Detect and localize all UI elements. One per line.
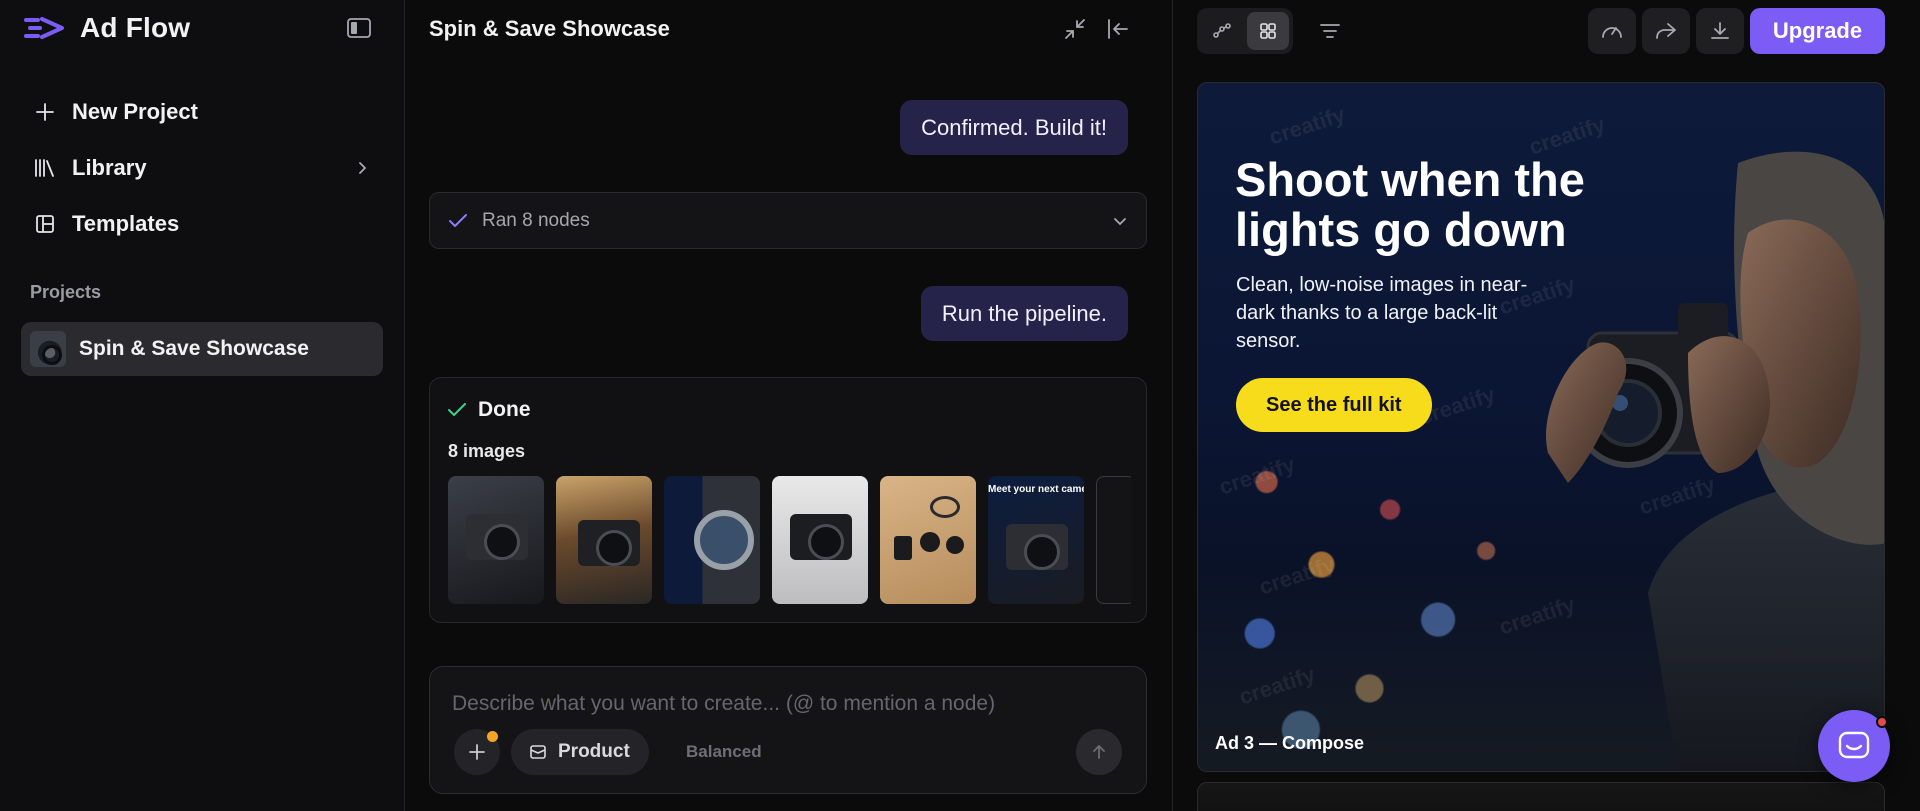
watermark-text: creatify <box>1265 101 1349 150</box>
result-status-label: Done <box>478 398 531 421</box>
node-graph-icon <box>1213 23 1231 38</box>
check-icon <box>448 403 466 416</box>
chat-panel: Spin & Save Showcase Confirmed. Build it… <box>405 0 1173 811</box>
speed-button[interactable] <box>1588 8 1636 54</box>
sidebar-item-label: New Project <box>72 99 198 124</box>
filter-lines-icon <box>1320 24 1340 38</box>
ad-preview-card[interactable]: creatify creatify creatify creatify crea… <box>1197 82 1885 772</box>
sidebar-item-label: Templates <box>72 211 180 236</box>
watermark-text: creatify <box>1215 451 1299 500</box>
download-button[interactable] <box>1696 8 1744 54</box>
chevron-down-icon <box>1114 217 1126 225</box>
view-toggle <box>1197 8 1293 54</box>
sidebar-item-new-project[interactable]: New Project <box>20 84 383 140</box>
plus-icon <box>469 744 485 760</box>
watermark-text: creatify <box>1255 551 1339 600</box>
brand[interactable]: Ad Flow <box>24 12 190 44</box>
project-label: Spin & Save Showcase <box>79 337 309 360</box>
image-thumbnail[interactable] <box>772 476 868 604</box>
support-chat-button[interactable] <box>1818 710 1890 782</box>
image-thumbnail[interactable]: Meet your next camera <box>988 476 1084 604</box>
next-ad-card[interactable] <box>1197 782 1885 811</box>
sidebar-item-templates[interactable]: Templates <box>20 196 383 252</box>
ad-flow-logo-icon <box>24 17 64 39</box>
product-chip[interactable]: Product <box>511 729 649 775</box>
library-icon <box>34 157 56 179</box>
result-card: Done 8 images Meet your next camera <box>429 377 1147 623</box>
image-thumbnail[interactable] <box>664 476 760 604</box>
sidebar-item-label: Library <box>72 155 147 180</box>
download-icon <box>1711 22 1729 39</box>
check-icon <box>449 213 467 227</box>
image-thumbnail[interactable] <box>1096 476 1131 604</box>
notification-dot <box>487 731 498 742</box>
send-button[interactable] <box>1076 729 1122 775</box>
ad-headline: Shoot when the lights go down <box>1235 153 1585 256</box>
product-chip-label: Product <box>558 741 630 762</box>
image-thumbnail[interactable] <box>556 476 652 604</box>
add-attachment-button[interactable] <box>454 729 500 775</box>
watermark-text: creatify <box>1235 661 1319 710</box>
prompt-input[interactable] <box>452 689 1122 719</box>
user-message: Confirmed. Build it! <box>900 100 1128 155</box>
thumbnail-caption: Meet your next camera <box>988 484 1084 495</box>
nodes-run-label: Ran 8 nodes <box>482 209 590 231</box>
gauge-icon <box>1602 27 1622 38</box>
result-count: 8 images <box>448 441 526 461</box>
nodes-run-summary[interactable]: Ran 8 nodes <box>429 192 1147 249</box>
product-box-icon <box>530 745 546 759</box>
result-status: Done <box>448 398 531 422</box>
project-thumbnail <box>30 331 66 367</box>
plus-icon <box>34 101 56 123</box>
chat-composer: Product Balanced <box>429 666 1147 794</box>
chevron-right-icon <box>359 162 367 174</box>
share-button[interactable] <box>1642 8 1690 54</box>
graph-view-button[interactable] <box>1201 12 1243 50</box>
user-message: Run the pipeline. <box>920 286 1128 341</box>
filter-button[interactable] <box>1315 16 1345 46</box>
projects-section-label: Projects <box>30 282 102 302</box>
chat-title: Spin & Save Showcase <box>429 16 670 41</box>
arrow-up-icon <box>1093 745 1105 759</box>
sidebar-nav: New Project Library Templates <box>20 84 383 252</box>
upgrade-button[interactable]: Upgrade <box>1750 8 1885 54</box>
share-arrow-icon <box>1656 23 1676 39</box>
sidebar-collapse-icon[interactable] <box>346 16 372 40</box>
image-thumbnails: Meet your next camera <box>448 476 1131 604</box>
grid-icon <box>1260 23 1276 39</box>
grid-view-button[interactable] <box>1247 12 1289 50</box>
image-thumbnail[interactable] <box>880 476 976 604</box>
ad-cta-button[interactable]: See the full kit <box>1236 378 1432 432</box>
templates-icon <box>34 213 56 235</box>
collapse-panel-left-icon[interactable] <box>1105 16 1131 42</box>
image-thumbnail[interactable] <box>448 476 544 604</box>
collapse-arrows-icon[interactable] <box>1062 16 1088 42</box>
project-item-spin-save-showcase[interactable]: Spin & Save Showcase <box>21 322 383 376</box>
brand-name: Ad Flow <box>80 12 191 43</box>
ad-subtext: Clean, low-noise images in near-dark tha… <box>1236 274 1528 352</box>
mode-selector[interactable]: Balanced <box>686 742 762 762</box>
chat-bubble-icon <box>1838 731 1870 759</box>
ad-caption: Ad 3 — Compose <box>1215 733 1365 753</box>
sidebar: Ad Flow New Project Library Templates Pr… <box>0 0 405 811</box>
app-root: Ad Flow New Project Library Templates Pr… <box>0 0 1920 811</box>
notification-dot <box>1876 716 1888 728</box>
sidebar-item-library[interactable]: Library <box>20 140 383 196</box>
